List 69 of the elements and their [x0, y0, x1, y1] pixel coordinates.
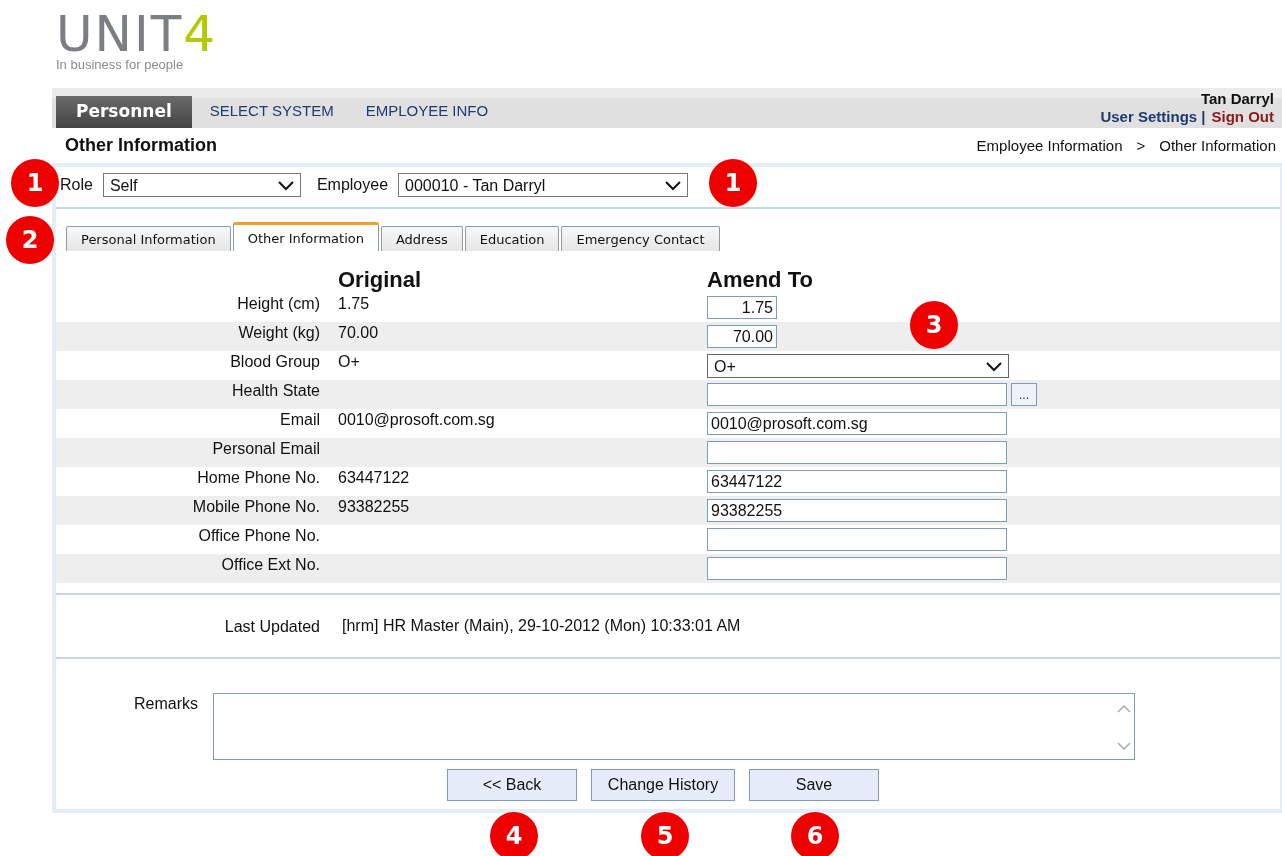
chevron-icon	[277, 181, 294, 191]
amend-field[interactable]	[707, 557, 1007, 580]
field-label: Weight (kg)	[237, 323, 320, 343]
scroll-down-icon[interactable]	[1117, 742, 1131, 751]
breadcrumb-item: Other Information	[1159, 137, 1276, 154]
last-updated-value: [hrm] HR Master (Main), 29-10-2012 (Mon) 10:33:01 AM	[342, 617, 741, 635]
field-label: Personal Email	[211, 439, 320, 459]
user-name: Tan Darryl	[1200, 90, 1274, 108]
logo-wordmark: UNIT4	[56, 12, 218, 56]
original-value: O+	[338, 353, 360, 370]
last-updated-label: Last Updated	[223, 617, 320, 636]
tab[interactable]: Address	[380, 226, 463, 251]
user-settings-link[interactable]: User Settings |	[1100, 108, 1206, 126]
callout-marker: 6	[791, 812, 839, 856]
nav-item[interactable]: SELECT SYSTEM	[193, 96, 350, 128]
action-button[interactable]: Change History	[591, 769, 735, 801]
original-value: 70.00	[338, 324, 379, 341]
field-label: Mobile Phone No.	[191, 497, 320, 517]
field-label: Height (cm)	[236, 294, 320, 314]
action-button[interactable]: << Back	[447, 769, 577, 801]
chevron-icon	[986, 361, 1002, 372]
field-label: Office Phone No.	[197, 526, 320, 546]
tab[interactable]: Emergency Contact	[561, 226, 720, 251]
amend-field[interactable]: 70.00	[707, 325, 777, 348]
callout-marker: 1	[709, 159, 757, 207]
field-label: Office Ext No.	[220, 555, 320, 575]
field-label: Health State	[230, 381, 320, 401]
nav-item[interactable]: EMPLOYEE INFO	[349, 96, 505, 128]
amend-field[interactable]: 93382255	[707, 499, 1007, 522]
callout-marker: 5	[641, 812, 689, 856]
chevron-icon	[665, 181, 682, 191]
amend-field[interactable]	[707, 383, 1007, 406]
field-label: Blood Group	[229, 352, 320, 372]
breadcrumb-item[interactable]: Employee Information	[976, 137, 1123, 154]
original-value: 63447122	[338, 469, 410, 486]
field-label: Email	[279, 410, 320, 430]
amend-field[interactable]	[707, 441, 1007, 464]
original-value: 0010@prosoft.com.sg	[338, 411, 495, 428]
lookup-button[interactable]: ...	[1011, 383, 1037, 406]
callout-marker: 3	[910, 301, 958, 349]
remarks-field[interactable]	[213, 693, 1135, 760]
amend-field[interactable]: 1.75	[707, 296, 777, 319]
callout-marker: 4	[490, 812, 538, 856]
page-title: Other Information	[64, 135, 217, 156]
amend-field[interactable]: 63447122	[707, 470, 1007, 493]
tab[interactable]: Education	[464, 226, 560, 251]
field-label: Home Phone No.	[196, 468, 320, 488]
filter-dropdown[interactable]: Self	[102, 173, 301, 197]
amend-field[interactable]: 0010@prosoft.com.sg	[707, 412, 1007, 435]
action-button[interactable]: Save	[749, 769, 879, 801]
nav-item[interactable]: Personnel	[56, 96, 192, 128]
filter-label: Role	[60, 176, 93, 194]
callout-marker: 2	[6, 216, 54, 264]
column-header: Amend To	[707, 267, 813, 293]
tab[interactable]: Personal Information	[66, 226, 231, 251]
logo-tagline: In business for people	[56, 57, 184, 72]
filter-label: Employee	[316, 176, 389, 194]
original-value: 1.75	[338, 295, 370, 312]
column-header: Original	[338, 267, 423, 293]
callout-marker: 1	[11, 159, 59, 207]
amend-field[interactable]	[707, 528, 1007, 551]
scroll-up-icon[interactable]	[1117, 704, 1131, 713]
sign-out-link[interactable]: Sign Out	[1211, 108, 1274, 126]
amend-dropdown[interactable]: O+	[707, 353, 1009, 378]
filter-dropdown[interactable]: 000010 - Tan Darryl	[398, 173, 689, 197]
breadcrumb-item: >	[1136, 137, 1146, 154]
original-value: 93382255	[338, 498, 410, 515]
tab[interactable]: Other Information	[232, 222, 379, 251]
remarks-label: Remarks	[133, 694, 198, 714]
